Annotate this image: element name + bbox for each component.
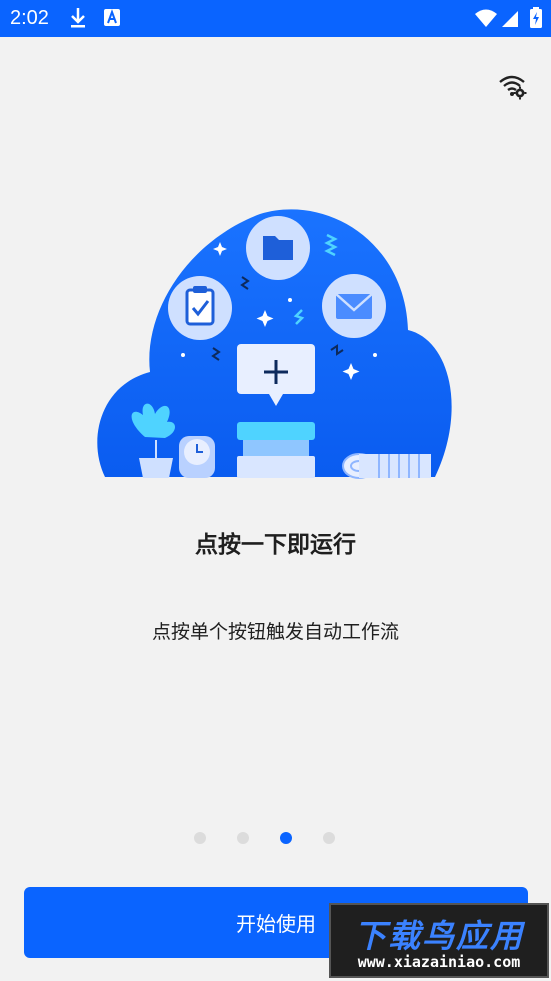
download-icon [68,6,88,34]
wifi-settings-icon [499,75,527,100]
battery-charging-icon [529,6,543,34]
status-bar: 2:02 [0,0,551,37]
font-app-icon [103,6,121,34]
watermark-logo: 下载鸟应用 www.xiazainiao.com [329,903,549,978]
wifi-signal-icon [474,6,498,34]
onboarding-illustration [95,200,457,485]
page-indicator [194,832,335,844]
page-dot-2[interactable] [237,832,249,844]
page-dot-4[interactable] [323,832,335,844]
onboarding-subtitle: 点按单个按钮触发自动工作流 [151,621,399,643]
watermark-url: www.xiazainiao.com [357,953,521,971]
start-button-label: 开始使用 [236,912,316,936]
page-dot-3-active[interactable] [280,832,292,844]
status-time: 2:02 [10,7,49,29]
wifi-settings-button[interactable] [494,68,530,104]
page-dot-1[interactable] [194,832,206,844]
onboarding-title: 点按一下即运行 [195,532,356,558]
watermark-title: 下载鸟应用 [353,917,524,955]
cellular-signal-icon [500,6,520,34]
